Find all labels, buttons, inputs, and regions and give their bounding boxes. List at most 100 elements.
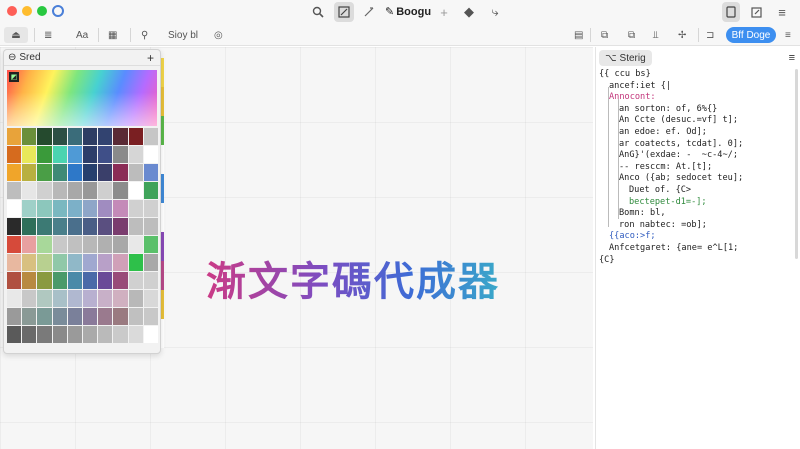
color-swatch[interactable] bbox=[128, 254, 143, 271]
color-swatch[interactable] bbox=[128, 146, 143, 163]
color-swatch[interactable] bbox=[37, 128, 52, 145]
duplicate-icon[interactable]: ⧉ bbox=[601, 27, 608, 43]
app-settings-icon[interactable] bbox=[52, 5, 64, 17]
color-swatch[interactable] bbox=[22, 308, 37, 325]
color-swatch[interactable] bbox=[22, 254, 37, 271]
color-swatch[interactable] bbox=[143, 200, 159, 217]
grid-icon[interactable]: ▦ bbox=[108, 27, 117, 43]
color-swatch[interactable] bbox=[128, 272, 143, 289]
color-swatch[interactable] bbox=[37, 254, 52, 271]
color-swatch[interactable] bbox=[143, 326, 159, 343]
color-swatch[interactable] bbox=[98, 146, 113, 163]
color-swatch[interactable] bbox=[113, 272, 128, 289]
text-case-button[interactable]: Aa bbox=[76, 27, 88, 43]
list-icon[interactable]: ≡ bbox=[775, 2, 789, 22]
color-swatch[interactable] bbox=[98, 272, 113, 289]
style-dropdown[interactable]: Sioy bl bbox=[168, 27, 198, 43]
edit-icon[interactable] bbox=[334, 2, 354, 22]
color-swatch[interactable] bbox=[7, 146, 22, 163]
color-swatch[interactable] bbox=[52, 200, 67, 217]
color-swatch[interactable] bbox=[52, 326, 67, 343]
color-swatch[interactable] bbox=[113, 200, 128, 217]
color-swatch[interactable] bbox=[98, 326, 113, 343]
code-editor[interactable]: {{ ccu bs} ancef:iet {| Annocont: an sorton… bbox=[599, 69, 791, 266]
code-scrollbar[interactable] bbox=[795, 69, 798, 259]
color-swatch[interactable] bbox=[113, 236, 128, 253]
color-swatch[interactable] bbox=[37, 200, 52, 217]
color-swatch[interactable] bbox=[7, 200, 22, 217]
copy-icon[interactable]: ⧉ bbox=[628, 27, 635, 43]
zoom-icon[interactable]: ⚲ bbox=[141, 27, 148, 43]
color-swatch[interactable] bbox=[22, 182, 37, 199]
color-swatch[interactable] bbox=[83, 272, 98, 289]
color-swatch[interactable] bbox=[7, 254, 22, 271]
color-swatch[interactable] bbox=[7, 326, 22, 343]
color-swatch[interactable] bbox=[7, 164, 22, 181]
export-icon[interactable] bbox=[749, 2, 763, 22]
color-swatch[interactable] bbox=[22, 326, 37, 343]
color-swatch[interactable] bbox=[143, 290, 159, 307]
color-swatch[interactable] bbox=[143, 146, 159, 163]
color-swatch[interactable] bbox=[98, 308, 113, 325]
color-swatch[interactable] bbox=[98, 128, 113, 145]
color-swatch[interactable] bbox=[37, 326, 52, 343]
color-swatch[interactable] bbox=[52, 146, 67, 163]
color-swatch[interactable] bbox=[67, 236, 83, 253]
color-swatch[interactable] bbox=[52, 272, 67, 289]
color-swatch[interactable] bbox=[83, 236, 98, 253]
color-swatch[interactable] bbox=[67, 164, 83, 181]
color-swatch[interactable] bbox=[7, 290, 22, 307]
color-swatch[interactable] bbox=[22, 290, 37, 307]
color-swatch[interactable] bbox=[113, 146, 128, 163]
fill-icon[interactable]: ◆ bbox=[462, 2, 476, 22]
color-swatch[interactable] bbox=[22, 164, 37, 181]
color-swatch[interactable] bbox=[98, 164, 113, 181]
color-swatch[interactable] bbox=[143, 236, 159, 253]
color-swatch[interactable] bbox=[67, 146, 83, 163]
layers-icon[interactable]: ⏏ bbox=[4, 27, 28, 43]
color-swatch[interactable] bbox=[67, 128, 83, 145]
color-swatch[interactable] bbox=[128, 290, 143, 307]
color-swatch[interactable] bbox=[37, 290, 52, 307]
color-swatch[interactable] bbox=[37, 272, 52, 289]
align-icon[interactable]: ⫫ bbox=[653, 27, 659, 43]
color-swatch[interactable] bbox=[143, 254, 159, 271]
color-swatch[interactable] bbox=[7, 218, 22, 235]
color-swatch[interactable] bbox=[22, 200, 37, 217]
color-swatch[interactable] bbox=[98, 236, 113, 253]
color-swatch[interactable] bbox=[52, 182, 67, 199]
color-swatch[interactable] bbox=[83, 200, 98, 217]
color-swatch[interactable] bbox=[67, 254, 83, 271]
distribute-icon[interactable]: ✢ bbox=[678, 27, 686, 43]
color-swatch[interactable] bbox=[113, 218, 128, 235]
color-swatch[interactable] bbox=[37, 308, 52, 325]
color-swatch[interactable] bbox=[37, 236, 52, 253]
stack-icon[interactable]: ≣ bbox=[44, 27, 52, 43]
color-swatch[interactable] bbox=[83, 326, 98, 343]
color-swatch[interactable] bbox=[98, 218, 113, 235]
color-swatch[interactable] bbox=[7, 182, 22, 199]
pen-icon[interactable] bbox=[363, 2, 375, 22]
minimize-window-button[interactable] bbox=[22, 6, 32, 16]
color-swatch[interactable] bbox=[143, 164, 159, 181]
color-swatch[interactable] bbox=[22, 236, 37, 253]
action-button[interactable]: Bff Doge bbox=[726, 27, 776, 43]
color-swatch[interactable] bbox=[67, 272, 83, 289]
color-swatch[interactable] bbox=[128, 308, 143, 325]
color-swatch[interactable] bbox=[83, 308, 98, 325]
color-swatch[interactable] bbox=[98, 290, 113, 307]
color-swatch[interactable] bbox=[83, 290, 98, 307]
color-swatch[interactable] bbox=[37, 182, 52, 199]
color-swatch[interactable] bbox=[22, 218, 37, 235]
color-swatch[interactable] bbox=[98, 254, 113, 271]
color-swatch[interactable] bbox=[113, 326, 128, 343]
color-swatch[interactable] bbox=[128, 236, 143, 253]
color-swatch[interactable] bbox=[67, 182, 83, 199]
color-swatch[interactable] bbox=[113, 290, 128, 307]
color-swatch[interactable] bbox=[22, 272, 37, 289]
color-swatch[interactable] bbox=[52, 164, 67, 181]
code-panel-tab[interactable]: ⌥ Sterig bbox=[599, 50, 652, 66]
zoom-window-button[interactable] bbox=[37, 6, 47, 16]
color-swatch[interactable] bbox=[7, 272, 22, 289]
color-swatch[interactable] bbox=[37, 218, 52, 235]
